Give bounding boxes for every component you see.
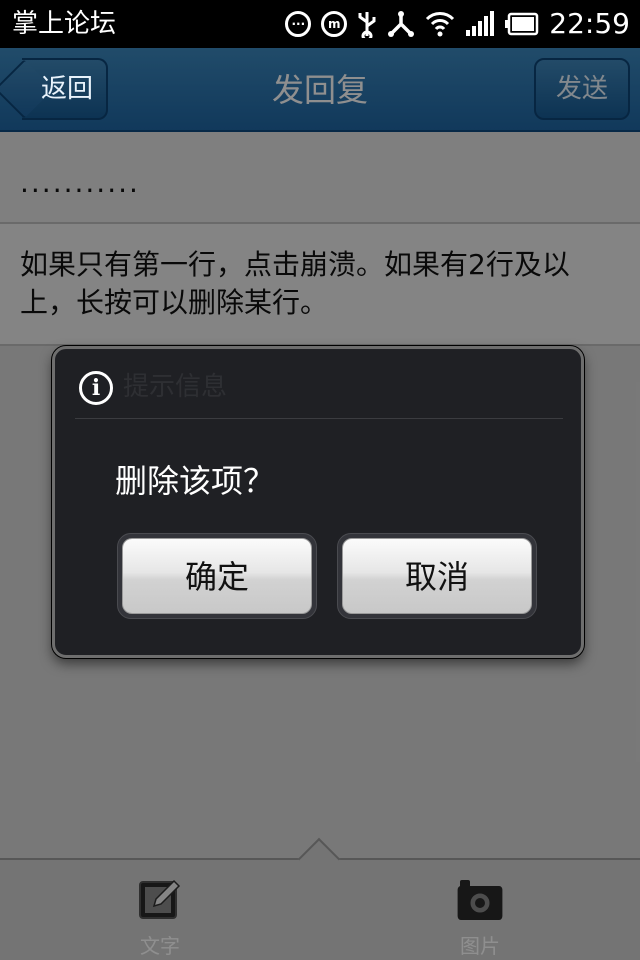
dialog-title: 提示信息	[123, 372, 228, 402]
back-button-label: 返回	[40, 74, 93, 104]
battery-icon	[505, 12, 539, 36]
info-icon: i	[79, 371, 113, 405]
cancel-button-frame: 取消	[337, 533, 537, 619]
dialog-header: i 提示信息	[75, 367, 563, 419]
signal-icon	[466, 11, 495, 36]
debug-icon	[388, 11, 415, 37]
cancel-button[interactable]: 取消	[342, 538, 532, 614]
status-bar: 掌上论坛 ··· m 22:59	[0, 0, 640, 48]
confirm-dialog: i 提示信息 删除该项？ 确定 取消	[52, 346, 584, 658]
status-icons: ··· m 22:59	[285, 7, 630, 41]
ok-button-frame: 确定	[117, 533, 317, 619]
status-app-name: 掌上论坛	[12, 9, 117, 39]
dialog-message: 删除该项？	[115, 462, 276, 500]
usb-icon	[358, 12, 376, 38]
ok-button[interactable]: 确定	[122, 538, 312, 614]
m-notification-icon: m	[321, 11, 348, 37]
status-time: 22:59	[549, 7, 630, 40]
more-icon: ···	[285, 11, 312, 37]
wifi-icon	[426, 12, 455, 37]
